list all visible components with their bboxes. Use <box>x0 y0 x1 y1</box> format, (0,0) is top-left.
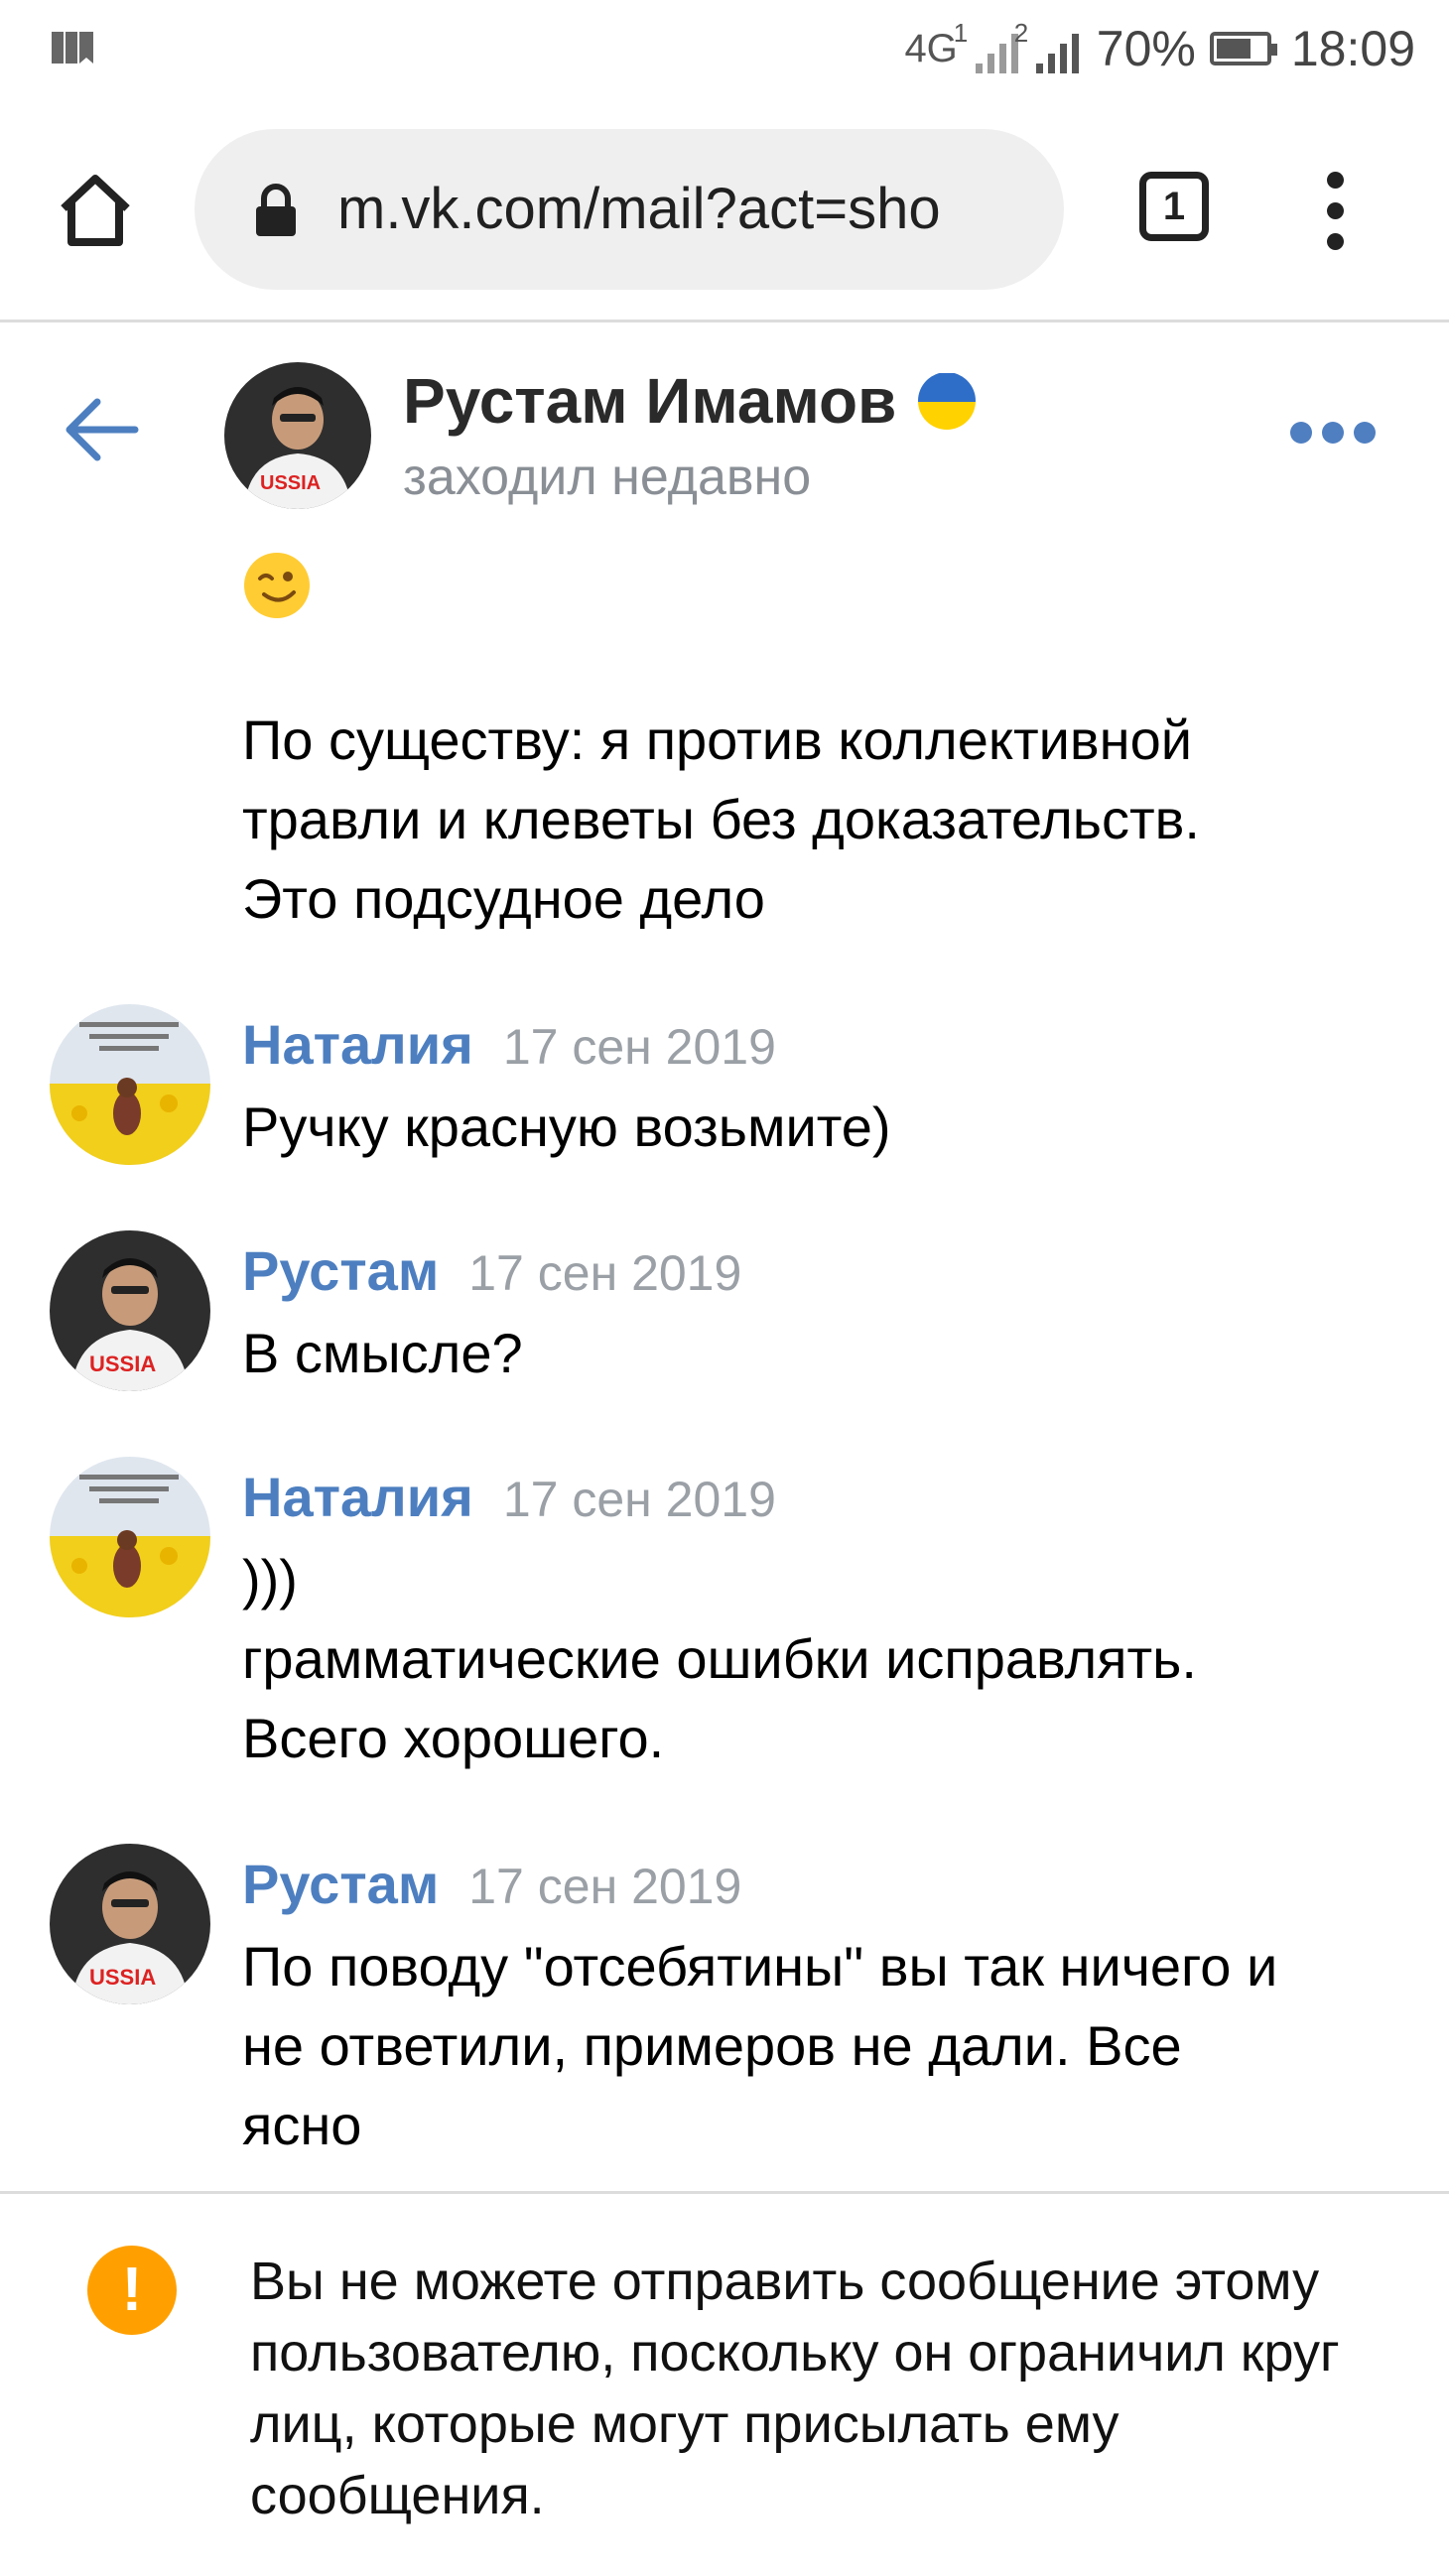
message-text: По существу: я против коллективной травл… <box>242 708 1200 930</box>
warning-icon: ! <box>87 2246 177 2335</box>
svg-text:USSIA: USSIA <box>89 1352 156 1376</box>
signal-sim1-icon: 1 <box>954 18 1018 73</box>
message-header: Наталия 17 сен 2019 <box>242 1012 776 1077</box>
battery-icon <box>1209 32 1277 65</box>
browser-menu-icon[interactable] <box>1320 172 1350 251</box>
home-icon[interactable] <box>56 171 135 250</box>
address-bar[interactable]: m.vk.com/mail?act=sho <box>195 129 1064 290</box>
message-text: По поводу "отсебятины" вы так ничего и н… <box>242 1935 1278 2156</box>
more-options-icon[interactable] <box>1290 422 1376 444</box>
message-date: 17 сен 2019 <box>502 1472 776 1527</box>
browser-toolbar: m.vk.com/mail?act=sho 1 <box>0 99 1449 322</box>
avatar[interactable]: USSIA <box>224 362 371 509</box>
message-text: ))) грамматические ошибки исправлять. Вс… <box>242 1548 1197 1769</box>
author-name-link[interactable]: Рустам <box>242 1853 439 1915</box>
network-type: 4G <box>904 26 958 70</box>
back-arrow-icon[interactable] <box>62 396 141 463</box>
contact-name: Рустам Имамов <box>403 365 897 437</box>
cannot-send-notice: ! Вы не можете отправить сообщение этому… <box>0 2191 1449 2576</box>
message-header: Рустам 17 сен 2019 <box>242 1238 741 1303</box>
message-date: 17 сен 2019 <box>502 1019 776 1075</box>
winking-face-icon <box>244 553 310 618</box>
ukraine-flag-icon <box>918 372 977 430</box>
signal-sim2-icon: 2 <box>1014 18 1079 73</box>
reading-list-icon <box>52 32 93 64</box>
clock: 18:09 <box>1290 21 1415 76</box>
avatar[interactable]: USSIA <box>50 1230 210 1391</box>
notice-text: Вы не можете отправить сообщение этому п… <box>250 2252 1340 2525</box>
author-name-link[interactable]: Наталия <box>242 1013 473 1076</box>
lock-icon <box>256 184 296 236</box>
chat-header: USSIA Рустам Имамов заходил недавно <box>0 322 1449 531</box>
svg-text:USSIA: USSIA <box>260 472 321 494</box>
message-header: Наталия 17 сен 2019 <box>242 1465 776 1529</box>
avatar[interactable]: USSIA <box>50 1844 210 2004</box>
tab-switcher-button[interactable]: 1 <box>1139 172 1209 241</box>
message-text: Ручку красную возьмите) <box>242 1095 891 1158</box>
message-header: Рустам 17 сен 2019 <box>242 1852 741 1916</box>
status-bar: 4G 1 2 70% 18:09 <box>0 0 1449 99</box>
url-text[interactable]: m.vk.com/mail?act=sho <box>337 129 941 290</box>
chat-title: Рустам Имамов <box>403 364 977 438</box>
avatar[interactable] <box>50 1457 210 1617</box>
message-date: 17 сен 2019 <box>468 1245 742 1301</box>
avatar[interactable] <box>50 1004 210 1165</box>
message-date: 17 сен 2019 <box>468 1859 742 1914</box>
author-name-link[interactable]: Наталия <box>242 1466 473 1528</box>
battery-percent: 70% <box>1096 21 1196 76</box>
sim2-label: 2 <box>1013 18 1029 48</box>
message-text: В смысле? <box>242 1322 523 1384</box>
author-name-link[interactable]: Рустам <box>242 1239 439 1302</box>
online-status: заходил недавно <box>403 449 812 506</box>
sim1-label: 1 <box>953 18 969 48</box>
svg-text:USSIA: USSIA <box>89 1965 156 1990</box>
